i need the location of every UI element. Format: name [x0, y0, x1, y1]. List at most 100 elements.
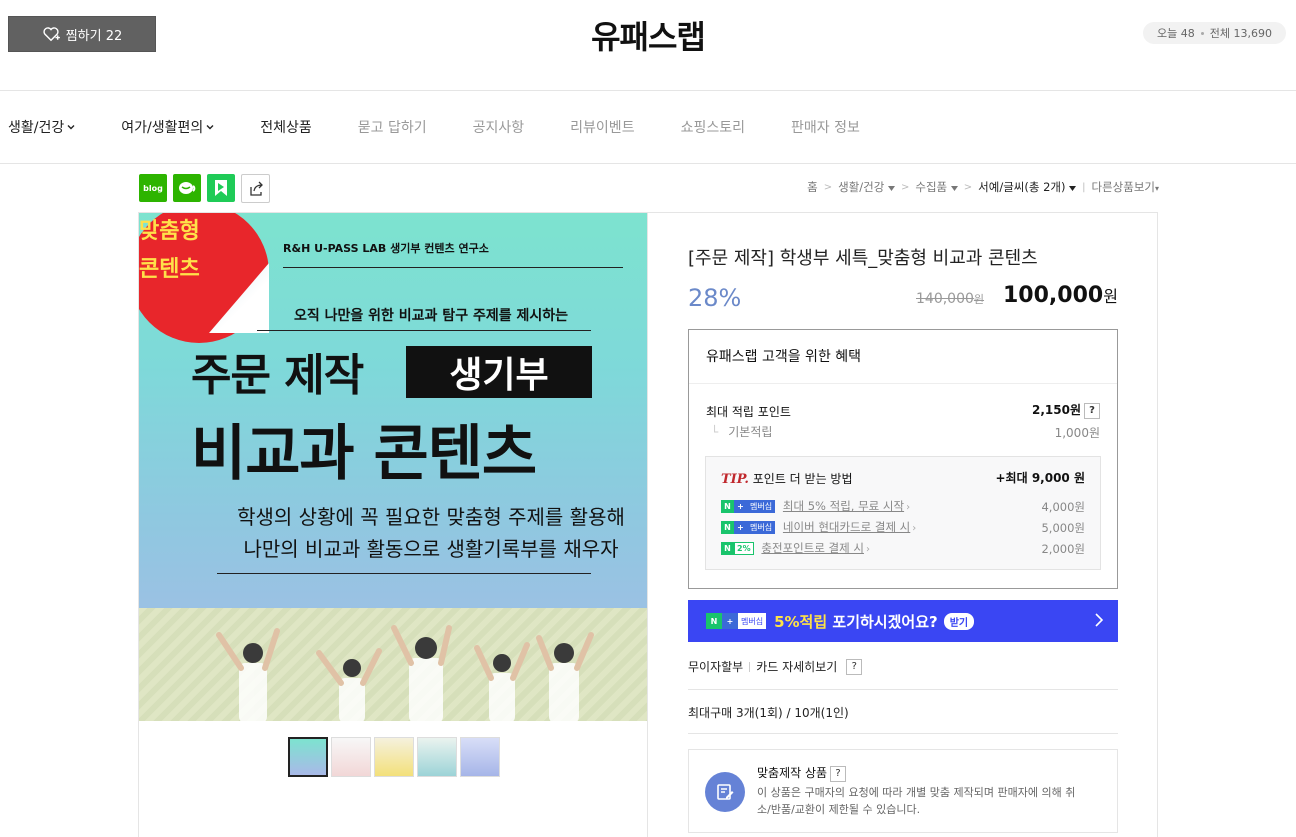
image-rule — [217, 573, 591, 574]
benefit-header: 유패스랩 고객을 위한 혜택 — [706, 349, 862, 365]
basic-points-label: └ 기본적립 — [711, 425, 773, 439]
band-icon — [215, 180, 227, 196]
image-headline-box: 생기부 — [406, 346, 592, 398]
max-purchase-info: 최대구매 3개(1회) / 10개(1인) — [688, 706, 849, 720]
banner-get-button[interactable]: 받기 — [943, 612, 975, 630]
divider — [688, 689, 1118, 690]
image-description: 학생의 상황에 꼭 필요한 맞춤형 주제를 활용해 나만의 비교과 활동으로 생… — [139, 501, 647, 565]
help-icon[interactable]: ? — [1084, 402, 1100, 419]
image-subtitle: 오직 나만을 위한 비교과 탐구 주제를 제시하는 — [294, 308, 568, 324]
custom-order-notice: 맞춤제작 상품? 이 상품은 구매자의 요청에 따라 개별 맞춤 제작되며 판매… — [688, 749, 1118, 833]
original-price: 140,000원 — [916, 291, 985, 307]
students-illustration — [216, 625, 594, 721]
sticker-line: 맞춤형 — [139, 219, 200, 244]
share-icon — [249, 181, 263, 196]
benefit-box: 유패스랩 고객을 위한 혜택 최대 적립 포인트 2,150원? └ 기본적립 1… — [688, 329, 1118, 589]
nav-item-qna[interactable]: 묻고 답하기 — [358, 117, 427, 137]
nav-item-all-products[interactable]: 전체상품 — [260, 117, 312, 137]
caret-down-icon — [1069, 186, 1077, 191]
breadcrumb-home[interactable]: 홈 — [807, 179, 818, 195]
image-headline-1: 주문 제작 — [191, 350, 364, 401]
custom-order-title: 맞춤제작 상품? — [757, 764, 847, 782]
image-desc-line: 학생의 상황에 꼭 필요한 맞춤형 주제를 활용해 — [237, 505, 625, 529]
max-points-label: 최대 적립 포인트 — [706, 405, 791, 419]
tip-box: TIP. 포인트 더 받는 방법 +최대 9,000 원 N + 멤버십 최대 5%… — [705, 456, 1101, 570]
image-desc-line: 나만의 비교과 활동으로 생활기록부를 채우자 — [243, 537, 619, 561]
thumbnail-2[interactable] — [331, 737, 371, 777]
tip-row-hyundai-card[interactable]: N + 멤버십 네이버 현대카드로 결제 시 › — [721, 519, 916, 535]
image-rule — [283, 267, 623, 268]
share-band-button[interactable] — [207, 174, 235, 202]
other-products-link[interactable]: 다른상품보기▾ — [1092, 179, 1160, 195]
product-frame-divider — [647, 212, 648, 837]
nav-item-leisure[interactable]: 여가/생활편의 — [121, 117, 214, 137]
image-rule — [257, 330, 591, 331]
caret-down-icon — [950, 186, 958, 191]
help-icon[interactable]: ? — [830, 765, 847, 782]
nav-item-seller-info[interactable]: 판매자 정보 — [791, 117, 860, 137]
share-blog-button[interactable]: blog — [139, 174, 167, 202]
sale-price: 100,000원 — [1003, 283, 1118, 308]
cafe-cup-icon — [179, 182, 196, 194]
caret-down-icon — [887, 186, 895, 191]
nav-item-review-event[interactable]: 리뷰이벤트 — [570, 117, 634, 137]
thumbnail-1[interactable] — [288, 737, 328, 777]
installment-label: 무이자할부 — [688, 660, 744, 674]
chevron-right-icon — [1095, 613, 1104, 627]
tip-value: 4,000원 — [1041, 500, 1085, 514]
tip-row-membership[interactable]: N + 멤버십 최대 5% 적립, 무료 시작 › — [721, 498, 910, 514]
breadcrumb-separator: > — [823, 181, 833, 193]
basic-points-value: 1,000원 — [1054, 426, 1100, 440]
share-cafe-button[interactable] — [173, 174, 201, 202]
thumbnail-5[interactable] — [460, 737, 500, 777]
thumbnail-strip — [288, 737, 500, 777]
thumbnail-4[interactable] — [417, 737, 457, 777]
banner-text: 5%적립 포기하시겠어요? — [774, 612, 938, 631]
share-link-button[interactable] — [241, 174, 270, 203]
membership-banner[interactable]: N + 멤버십 5%적립 포기하시겠어요? 받기 — [688, 600, 1118, 642]
installment-row: 무이자할부 카드 자세히보기 ? — [688, 658, 863, 675]
product-main-image[interactable]: 맞춤형 콘텐츠 R&H U-PASS LAB 생기부 컨텐츠 연구소 오직 나만… — [139, 213, 647, 721]
tip-value: 2,000원 — [1041, 542, 1085, 556]
tip-row-charge-points[interactable]: N 2% 충전포인트로 결제 시 › — [721, 540, 870, 556]
divider — [688, 733, 1118, 734]
breadcrumb-separator: | — [1082, 181, 1086, 193]
discount-rate: 28% — [688, 284, 742, 312]
visit-counter: 오늘 48 전체 13,690 — [1143, 22, 1286, 44]
naver-membership-badge: N + 멤버십 — [721, 521, 776, 534]
nav-item-living-health[interactable]: 생활/건강 — [8, 117, 75, 137]
help-icon[interactable]: ? — [846, 658, 863, 675]
tip-value: 5,000원 — [1041, 521, 1085, 535]
sticker-line: 콘텐츠 — [139, 257, 200, 282]
chevron-down-icon — [206, 125, 214, 130]
chevron-down-icon — [67, 125, 75, 130]
breadcrumb: 홈 > 생활/건강 > 수집품 > 서예/글씨(총 2개) | 다른상품보기▾ — [807, 179, 1159, 195]
max-points-value: 2,150원? — [1032, 401, 1100, 419]
tip-title: TIP. 포인트 더 받는 방법 — [721, 472, 853, 487]
separator-dot — [1200, 31, 1204, 35]
edit-document-icon — [705, 772, 745, 812]
category-nav: 생활/건강 여가/생활편의 전체상품 묻고 답하기 공지사항 리뷰이벤트 쇼핑스… — [8, 91, 906, 163]
nav-label: 생활/건강 — [8, 120, 65, 136]
thumbnail-3[interactable] — [374, 737, 414, 777]
nav-item-shopping-story[interactable]: 쇼핑스토리 — [681, 117, 745, 137]
visits-today: 오늘 48 — [1157, 27, 1195, 40]
breadcrumb-cat3[interactable]: 서예/글씨(총 2개) — [978, 179, 1077, 195]
tip-max: +최대 9,000 원 — [995, 471, 1086, 485]
nav-label: 여가/생활편의 — [121, 120, 204, 136]
breadcrumb-cat2[interactable]: 수집품 — [915, 179, 958, 195]
breadcrumb-separator: > — [900, 181, 910, 193]
nav-divider — [0, 163, 1296, 164]
breadcrumb-cat1[interactable]: 생활/건강 — [838, 179, 895, 195]
image-lab-text: R&H U-PASS LAB 생기부 컨텐츠 연구소 — [283, 242, 489, 255]
nav-item-notice[interactable]: 공지사항 — [473, 117, 525, 137]
breadcrumb-separator: > — [963, 181, 973, 193]
naver-membership-badge: N + 멤버십 — [721, 500, 776, 513]
store-title[interactable]: 유패스랩 — [0, 12, 1296, 58]
visits-total: 전체 13,690 — [1209, 27, 1272, 40]
image-headline-2: 비교과 콘텐츠 — [191, 419, 537, 489]
custom-order-description: 이 상품은 구매자의 요청에 따라 개별 맞춤 제작되며 판매자에 의해 취소/… — [757, 786, 1076, 816]
card-detail-link[interactable]: 카드 자세히보기 — [756, 658, 837, 675]
naver-membership-badge: N + 멤버십 — [706, 613, 767, 629]
naver-pay-badge: N 2% — [721, 542, 754, 555]
